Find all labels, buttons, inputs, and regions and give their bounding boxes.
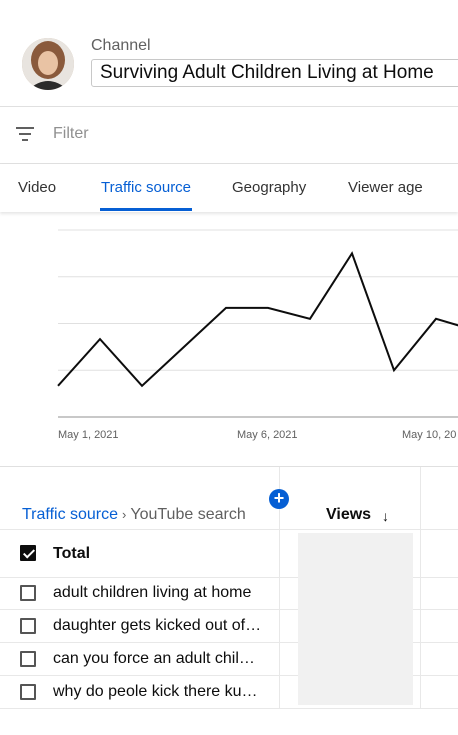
sort-descending-icon[interactable]: ↓ xyxy=(382,508,389,524)
x-tick-label: May 6, 2021 xyxy=(237,429,298,441)
channel-header: Channel Surviving Adult Children Living … xyxy=(0,0,458,107)
row-label: daughter gets kicked out of… xyxy=(53,617,262,634)
row-checkbox[interactable] xyxy=(20,651,36,667)
channel-label: Channel xyxy=(91,37,151,54)
tab-traffic-source[interactable]: Traffic source xyxy=(101,179,191,196)
views-column-header[interactable]: Views xyxy=(326,506,371,524)
tab-bar: Video Traffic source Geography Viewer ag… xyxy=(0,164,458,212)
channel-select[interactable]: Surviving Adult Children Living at Home xyxy=(91,59,458,87)
filter-bar[interactable]: Filter xyxy=(0,107,458,164)
chart-svg: May 1, 2021 May 6, 2021 May 10, 20 xyxy=(57,229,458,441)
row-checkbox[interactable] xyxy=(20,545,36,561)
tab-geography[interactable]: Geography xyxy=(232,179,306,196)
active-tab-indicator xyxy=(100,208,192,211)
breadcrumb-current: YouTube search xyxy=(130,506,246,523)
row-label: can you force an adult chil… xyxy=(53,650,255,667)
breadcrumb-separator: › xyxy=(122,507,127,522)
tab-video[interactable]: Video xyxy=(18,179,56,196)
row-label: adult children living at home xyxy=(53,584,252,601)
filter-icon[interactable] xyxy=(16,127,34,141)
tab-viewer-age[interactable]: Viewer age xyxy=(348,179,423,196)
row-label: why do peole kick there ku… xyxy=(53,683,258,700)
views-values-placeholder xyxy=(298,533,413,705)
x-tick-label: May 10, 20 xyxy=(402,429,456,441)
x-tick-label: May 1, 2021 xyxy=(58,429,119,441)
row-checkbox[interactable] xyxy=(20,585,36,601)
breadcrumb-link-traffic-source[interactable]: Traffic source xyxy=(22,506,118,523)
traffic-table: + Traffic source › YouTube search Views ↓ … xyxy=(0,467,458,735)
filter-input[interactable]: Filter xyxy=(53,125,89,143)
analytics-screen: Channel Surviving Adult Children Living … xyxy=(0,0,458,735)
channel-avatar[interactable] xyxy=(22,38,74,90)
views-series-line xyxy=(57,251,458,388)
row-checkbox[interactable] xyxy=(20,618,36,634)
row-label: Total xyxy=(53,545,91,562)
breadcrumb: Traffic source › YouTube search xyxy=(22,506,246,524)
add-metric-button[interactable]: + xyxy=(269,489,289,509)
row-checkbox[interactable] xyxy=(20,684,36,700)
line-chart: May 1, 2021 May 6, 2021 May 10, 20 xyxy=(0,212,458,467)
